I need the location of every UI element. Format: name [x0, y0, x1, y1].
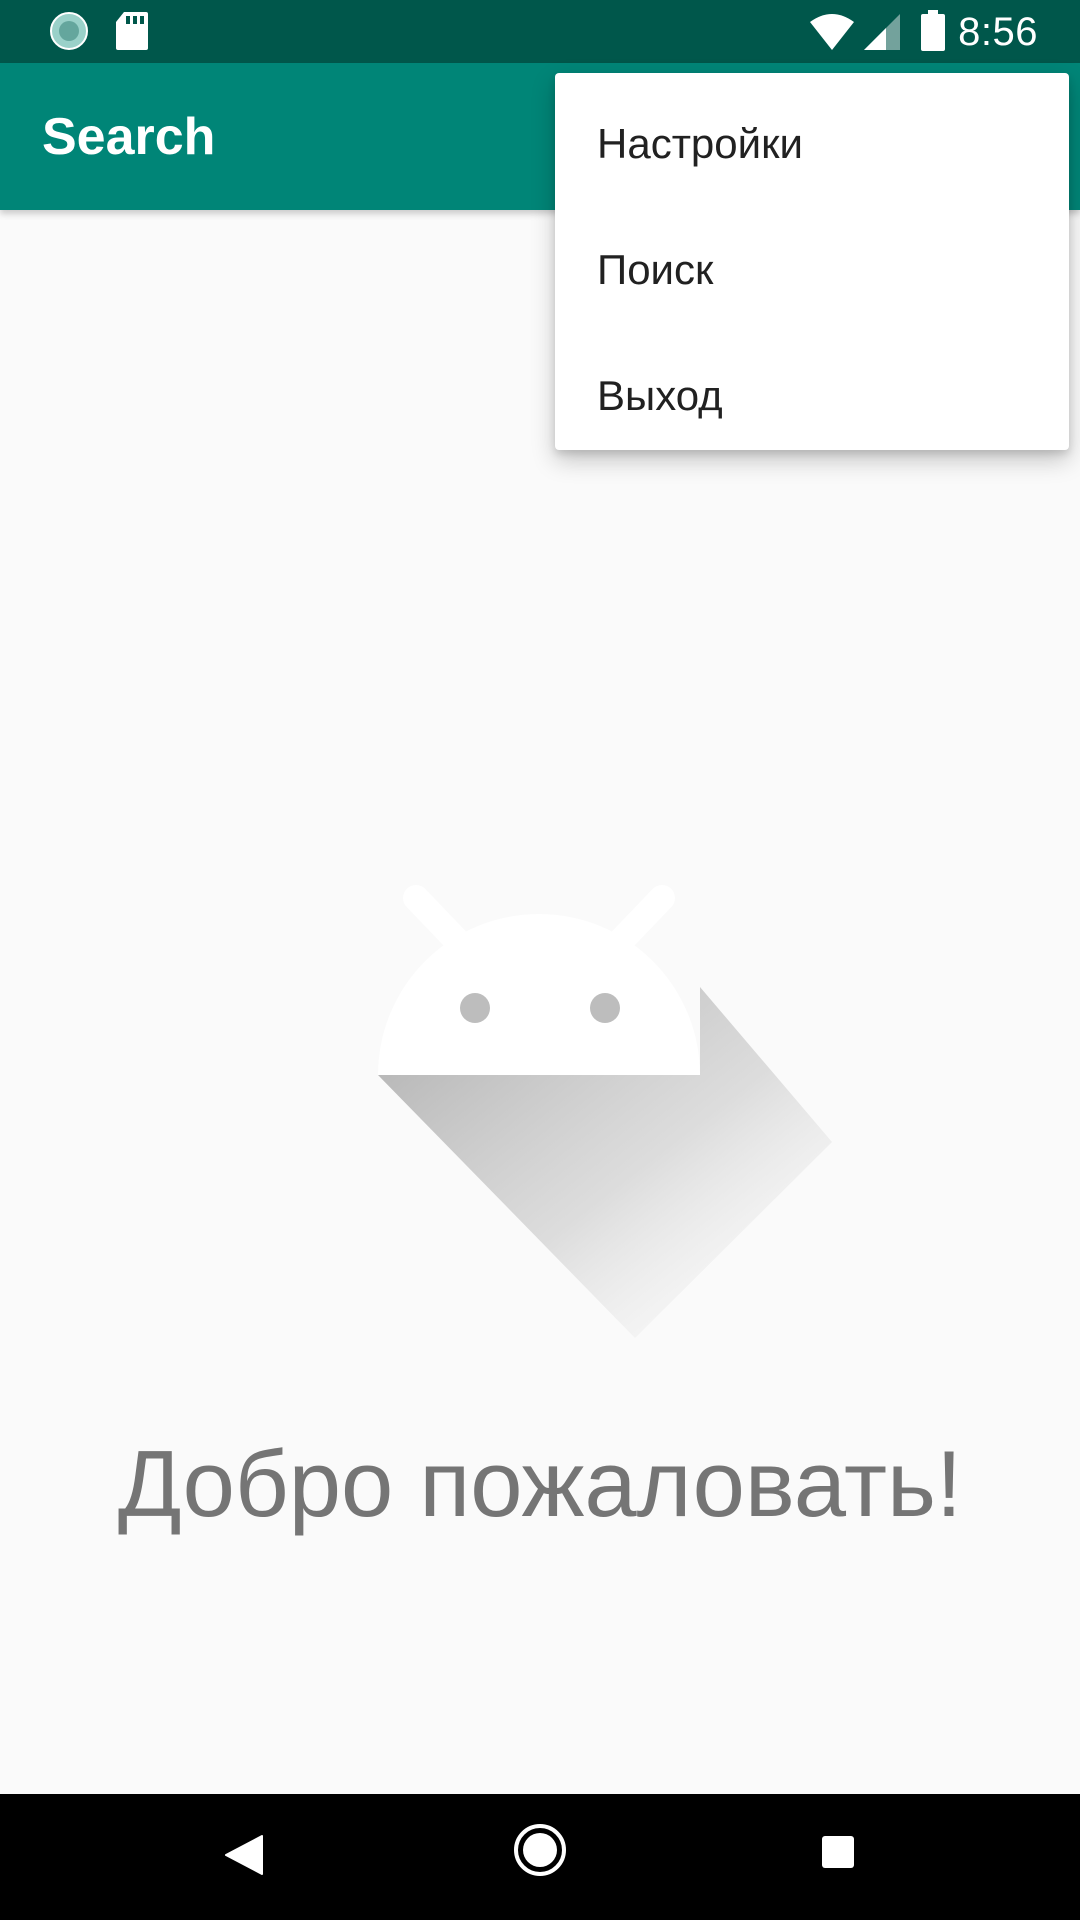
app-title: Search: [42, 108, 216, 166]
status-time: 8:56: [958, 10, 1038, 54]
sync-icon: [48, 10, 90, 57]
menu-item-label: Выход: [597, 372, 723, 419]
recents-icon[interactable]: [820, 1834, 856, 1875]
home-icon[interactable]: [512, 1822, 568, 1883]
menu-item-exit[interactable]: Выход: [555, 333, 1069, 459]
menu-item-settings[interactable]: Настройки: [555, 81, 1069, 207]
menu-item-label: Настройки: [597, 120, 803, 167]
wifi-icon: [808, 12, 856, 57]
navigation-bar: [0, 1794, 1080, 1920]
battery-icon: [920, 10, 946, 57]
overflow-menu: Настройки Поиск Выход: [555, 73, 1069, 450]
menu-item-search[interactable]: Поиск: [555, 207, 1069, 333]
back-icon[interactable]: [218, 1824, 268, 1889]
welcome-text: Добро пожаловать!: [117, 1431, 963, 1536]
android-logo-icon: [378, 880, 838, 1340]
menu-item-label: Поиск: [597, 246, 714, 293]
status-bar: 8:56: [0, 0, 1080, 63]
cell-signal-icon: [862, 12, 902, 57]
sd-card-icon: [114, 10, 150, 57]
